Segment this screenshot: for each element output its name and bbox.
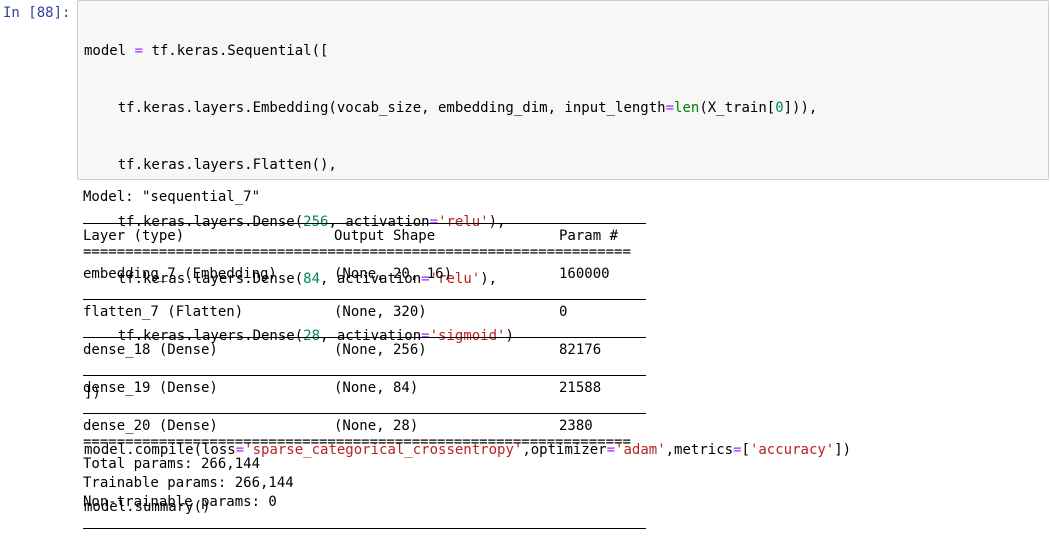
code-text: tf.keras.layers.Embedding(vocab_size, em… <box>84 100 818 116</box>
code-text: tf.keras.layers.Flatten(), <box>84 157 337 173</box>
code-line: tf.keras.layers.Embedding(vocab_size, em… <box>84 99 851 118</box>
table-row-layer: dense_19 (Dense) <box>83 380 218 396</box>
notebook-cell: In [88]: model = tf.keras.Sequential([ t… <box>0 0 1050 547</box>
table-separator <box>83 528 646 529</box>
table-row-shape: (None, 256) <box>334 342 427 358</box>
table-row-shape: (None, 20, 16) <box>334 266 453 282</box>
table-row-layer: flatten_7 (Flatten) <box>83 304 244 320</box>
header-layer: Layer (type) <box>83 228 185 244</box>
code-input-area[interactable]: model = tf.keras.Sequential([ tf.keras.l… <box>77 0 1049 515</box>
table-row-params: 0 <box>559 304 568 320</box>
table-row-layer: embedding_7 (Embedding) <box>83 266 277 282</box>
double-separator: ========================================… <box>83 244 631 260</box>
code-line: model = tf.keras.Sequential([ <box>84 42 851 61</box>
table-row-params: 2380 <box>559 418 593 434</box>
row-separator <box>83 413 646 414</box>
table-row-params: 82176 <box>559 342 602 358</box>
double-separator: ========================================… <box>83 434 631 450</box>
input-prompt: In [88]: <box>3 5 71 21</box>
code-text: model = tf.keras.Sequential([ <box>84 43 329 59</box>
table-row-params: 21588 <box>559 380 602 396</box>
header-output-shape: Output Shape <box>334 228 436 244</box>
table-separator <box>83 223 646 224</box>
table-row-layer: dense_18 (Dense) <box>83 342 218 358</box>
model-label: Model: "sequential_7" <box>83 189 261 205</box>
row-separator <box>83 337 646 338</box>
trainable-params: Trainable params: 266,144 <box>83 475 294 491</box>
row-separator <box>83 375 646 376</box>
non-trainable-params: Non-trainable params: 0 <box>83 494 277 510</box>
code-line: tf.keras.layers.Flatten(), <box>84 156 851 175</box>
table-row-params: 160000 <box>559 266 610 282</box>
table-row-shape: (None, 84) <box>334 380 419 396</box>
header-param-count: Param # <box>559 228 619 244</box>
row-separator <box>83 299 646 300</box>
table-row-shape: (None, 320) <box>334 304 427 320</box>
table-row-layer: dense_20 (Dense) <box>83 418 218 434</box>
table-row-shape: (None, 28) <box>334 418 419 434</box>
total-params: Total params: 266,144 <box>83 456 261 472</box>
